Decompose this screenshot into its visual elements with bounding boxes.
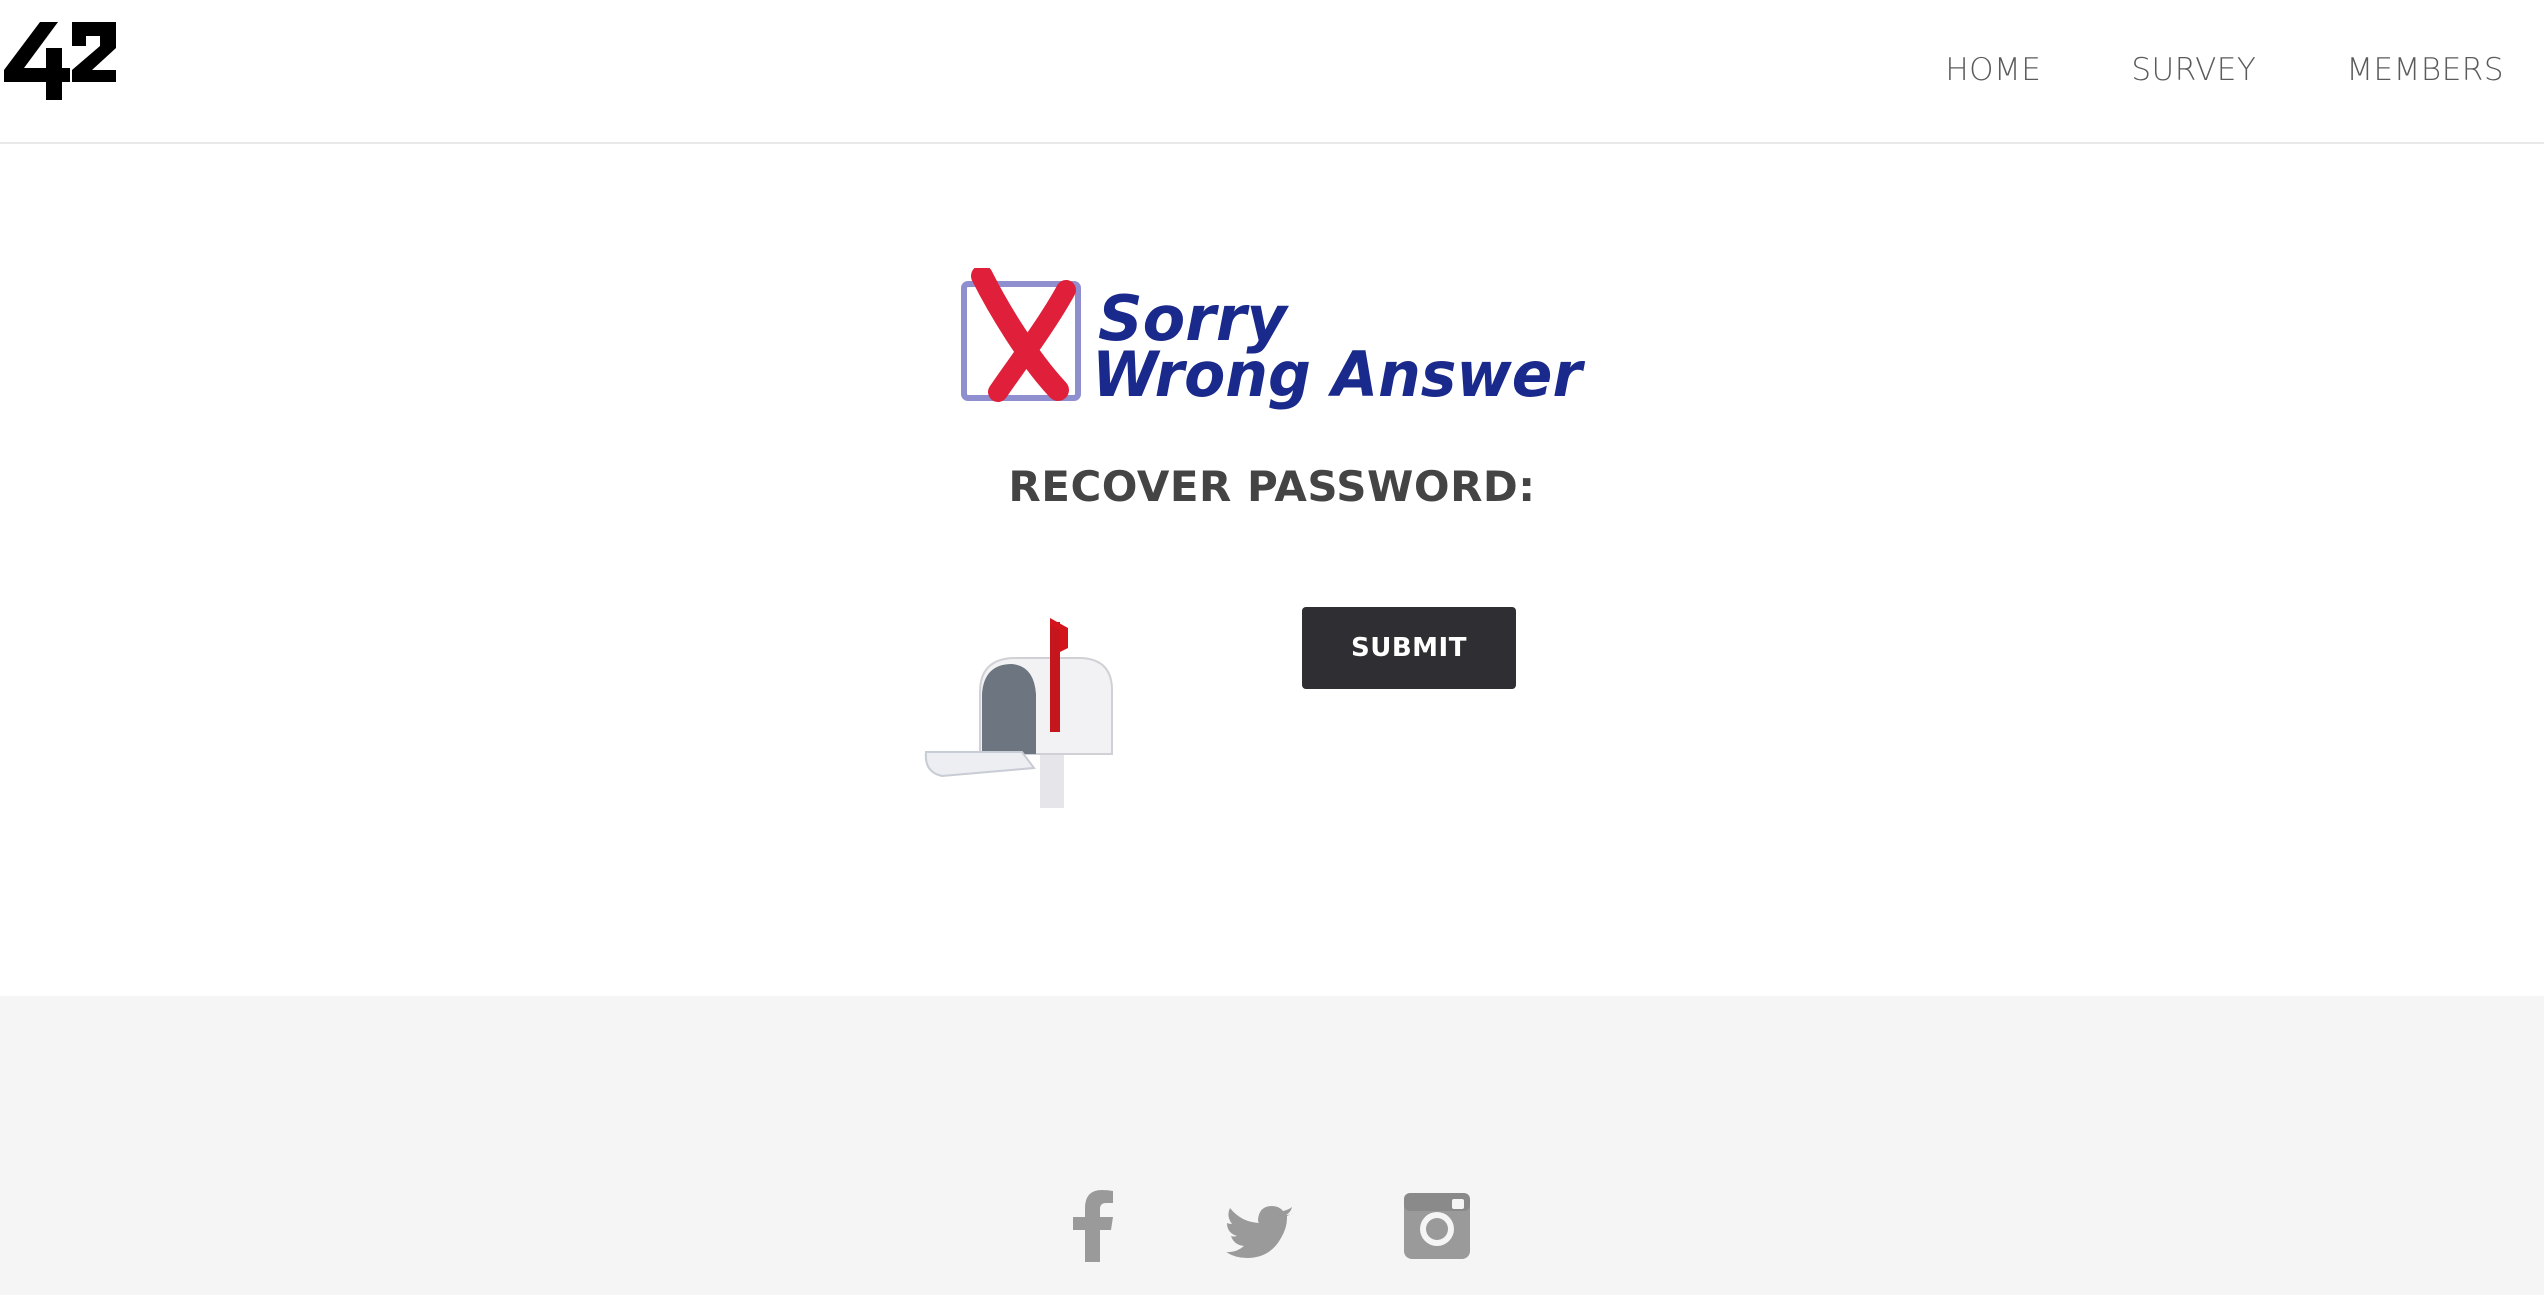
- instagram-icon: [1404, 1193, 1470, 1259]
- logo-42-icon: [4, 22, 116, 100]
- instagram-link[interactable]: [1402, 1190, 1472, 1262]
- site-logo[interactable]: [0, 18, 120, 104]
- banner-line2: Wrong Answer: [1092, 338, 1585, 411]
- main-nav: HOME SURVEY MEMBERS: [1945, 52, 2504, 88]
- mailbox-image: [922, 612, 1122, 808]
- facebook-icon: [1073, 1190, 1113, 1262]
- page-title: RECOVER PASSWORD:: [1008, 462, 1536, 511]
- nav-home[interactable]: HOME: [1945, 52, 2041, 88]
- nav-members[interactable]: MEMBERS: [2346, 52, 2504, 88]
- facebook-link[interactable]: [1072, 1190, 1114, 1262]
- sorry-wrong-answer-image: Sorry Wrong Answer: [958, 265, 1598, 418]
- twitter-link[interactable]: [1226, 1190, 1294, 1262]
- site-header: HOME SURVEY MEMBERS: [0, 0, 2544, 144]
- nav-survey[interactable]: SURVEY: [2131, 52, 2256, 88]
- submit-button[interactable]: SUBMIT: [1302, 607, 1516, 689]
- twitter-icon: [1226, 1206, 1294, 1258]
